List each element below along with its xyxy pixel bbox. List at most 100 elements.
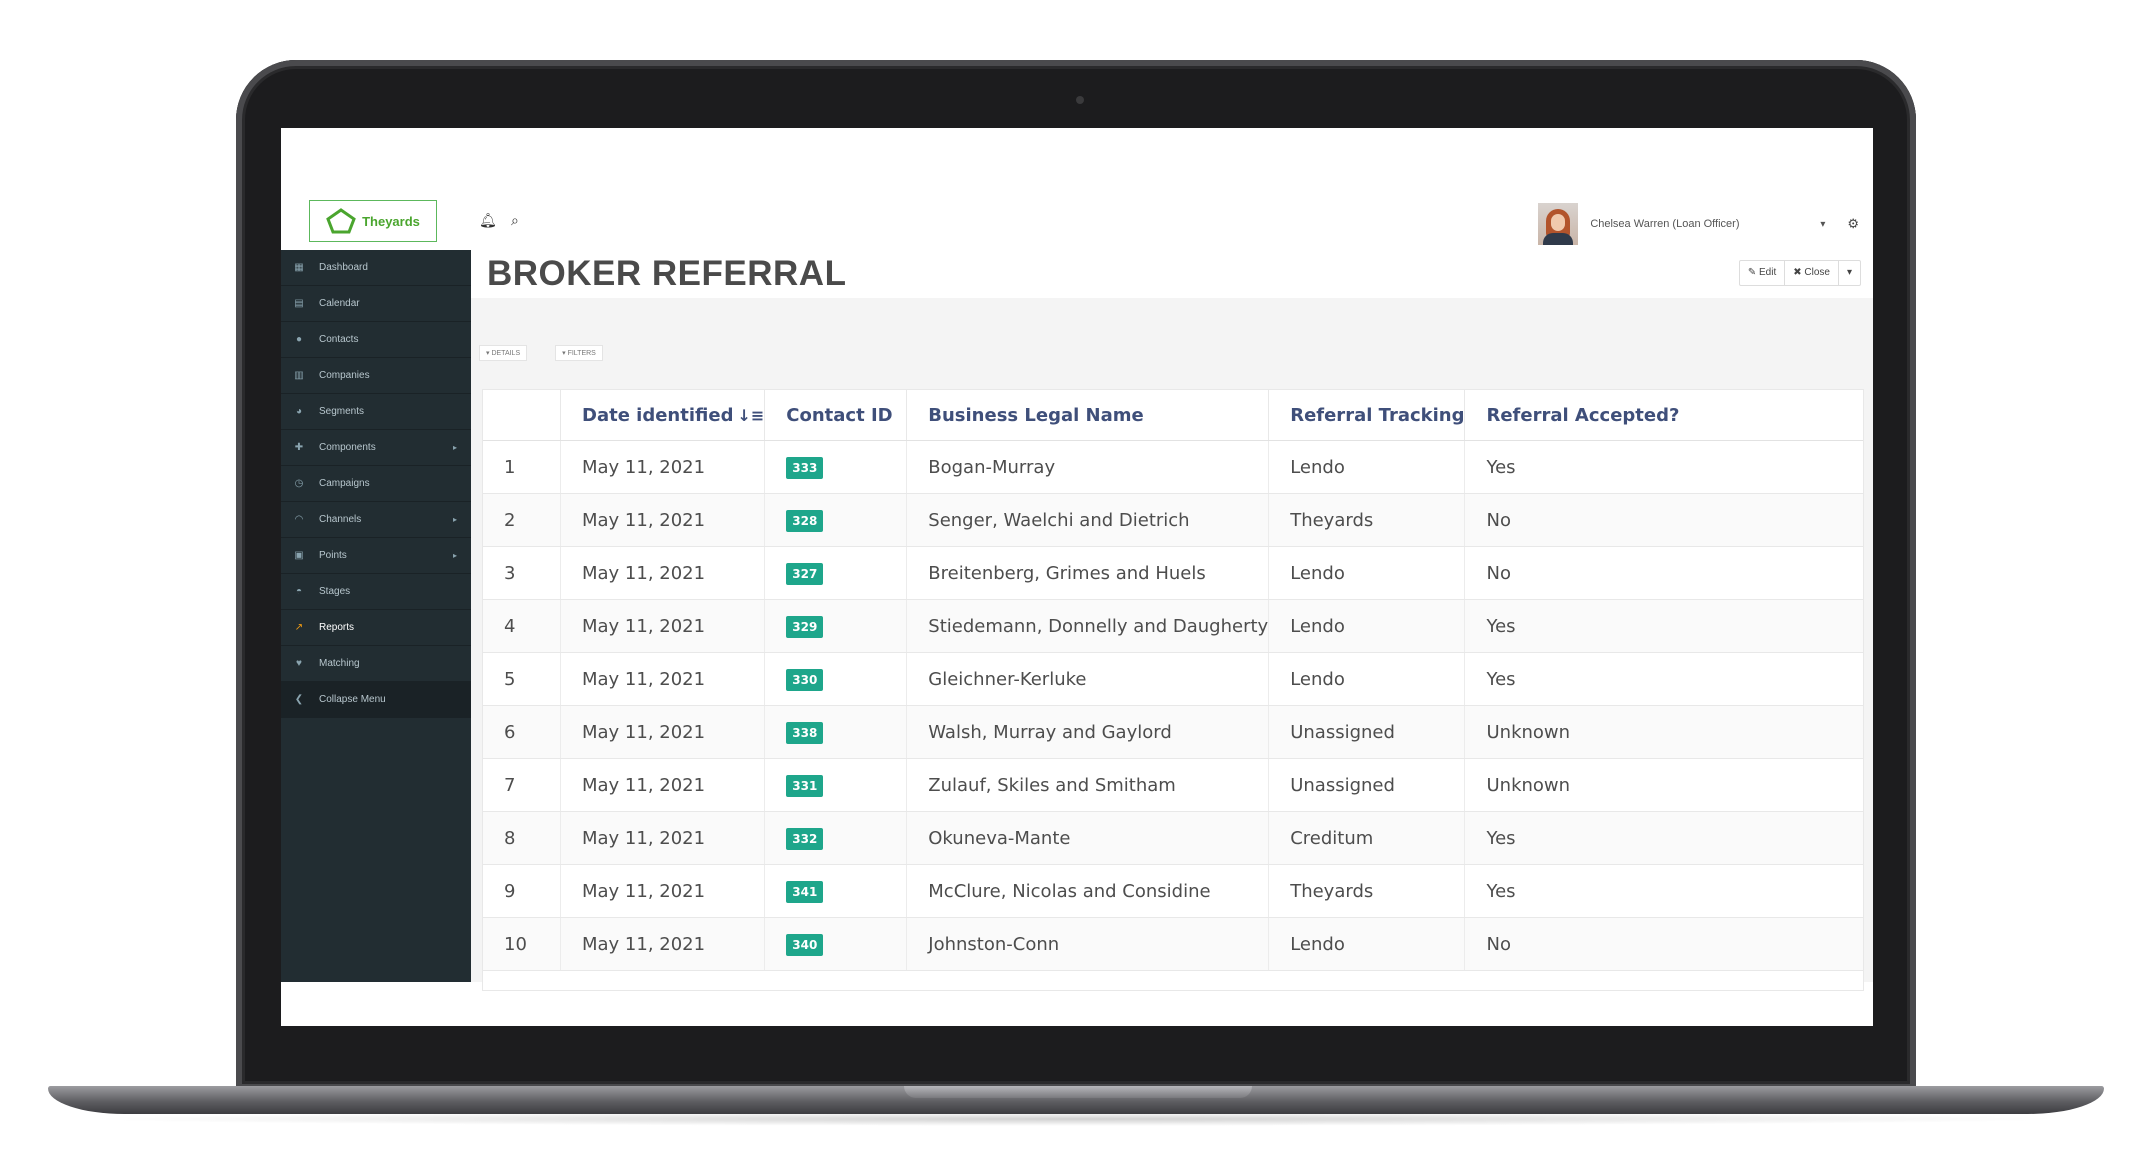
sidebar-item-campaigns[interactable]: ◷ Campaigns <box>281 466 471 502</box>
contact-id-badge[interactable]: 327 <box>786 562 824 585</box>
header-referral-accepted[interactable]: Referral Accepted? <box>1464 390 1863 441</box>
sidebar-item-channels[interactable]: ◠ Channels ▸ <box>281 502 471 538</box>
gauge-icon: ◓ <box>295 586 303 597</box>
header-referral-tracking[interactable]: Referral Tracking <box>1268 390 1466 441</box>
close-button[interactable]: ✖ Close <box>1785 261 1839 285</box>
table-row[interactable]: 4 May 11, 2021 329 Stiedemann, Donnelly and… <box>483 599 1863 653</box>
date-cell: May 11, 2021 <box>560 758 766 812</box>
chevron-left-icon: ❮ <box>294 694 304 705</box>
sidebar-item-contacts[interactable]: ● Contacts <box>281 322 471 358</box>
sidebar-item-calendar[interactable]: ▤ Calendar <box>281 286 471 322</box>
table-header-row: Date identified ↓≡ Contact ID Business Le… <box>483 390 1863 441</box>
sidebar-item-companies[interactable]: ▥ Companies <box>281 358 471 394</box>
tab-details[interactable]: ▾ DETAILS <box>479 345 528 361</box>
referral-accepted-cell: Yes <box>1464 864 1863 918</box>
referral-tracking-cell: Theyards <box>1268 864 1466 918</box>
pie-chart-icon: ◕ <box>295 406 303 417</box>
more-actions-dropdown[interactable]: ▾ <box>1839 261 1860 285</box>
sidebar-item-label: Matching <box>319 658 360 669</box>
table-row[interactable]: 9 May 11, 2021 341 McClure, Nicolas and Con… <box>483 864 1863 918</box>
close-label: Close <box>1804 267 1830 278</box>
heart-icon: ♥ <box>296 658 302 669</box>
header-rownum <box>483 390 561 441</box>
bell-icon[interactable]: 🔔︎ <box>479 212 497 229</box>
gear-icon[interactable]: ⚙ <box>1847 216 1859 232</box>
business-name-cell: Zulauf, Skiles and Smitham <box>906 758 1270 812</box>
sidebar-item-matching[interactable]: ♥ Matching <box>281 646 471 682</box>
table-row[interactable]: 10 May 11, 2021 340 Johnston-Conn Lendo No <box>483 917 1863 971</box>
header-date-identified[interactable]: Date identified ↓≡ <box>560 390 766 441</box>
contact-id-badge[interactable]: 331 <box>786 774 824 797</box>
sort-desc-icon[interactable]: ↓≡ <box>737 406 764 425</box>
header-contact-id[interactable]: Contact ID <box>764 390 908 441</box>
referral-tracking-cell: Lendo <box>1268 440 1466 494</box>
search-icon[interactable]: ⌕ <box>511 212 519 229</box>
header-business-name[interactable]: Business Legal Name <box>906 390 1270 441</box>
avatar[interactable] <box>1538 203 1579 245</box>
table-row[interactable]: 5 May 11, 2021 330 Gleichner-Kerluke Lendo Ye… <box>483 652 1863 706</box>
sidebar-item-points[interactable]: ▣ Points ▸ <box>281 538 471 574</box>
row-number-cell: 9 <box>483 864 561 918</box>
sidebar-item-label: Points <box>319 550 347 561</box>
referral-accepted-cell: Unknown <box>1464 758 1863 812</box>
referral-tracking-cell: Unassigned <box>1268 705 1466 759</box>
report-table-container: Date identified ↓≡ Contact ID Business Le… <box>482 389 1864 991</box>
business-name-cell: Bogan-Murray <box>906 440 1270 494</box>
dashboard-icon: ▦ <box>294 262 304 273</box>
sidebar-item-label: Calendar <box>319 298 360 309</box>
logo[interactable]: Theyards <box>309 200 437 242</box>
report-tabs: ▾ DETAILS ▾ FILTERS <box>479 345 603 361</box>
table-row[interactable]: 3 May 11, 2021 327 Breitenberg, Grimes and … <box>483 546 1863 600</box>
calendar-icon: ▤ <box>294 298 304 309</box>
contact-id-cell: 340 <box>764 917 908 971</box>
contact-id-badge[interactable]: 328 <box>786 509 824 532</box>
business-name-cell: Senger, Waelchi and Dietrich <box>906 493 1270 547</box>
sidebar-item-components[interactable]: ✚ Components ▸ <box>281 430 471 466</box>
business-name-cell: Stiedemann, Donnelly and Daugherty <box>906 599 1270 653</box>
tab-filters[interactable]: ▾ FILTERS <box>555 345 603 361</box>
table-row[interactable]: 8 May 11, 2021 332 Okuneva-Mante Creditum Yes <box>483 811 1863 865</box>
laptop-shadow <box>80 1112 2070 1126</box>
sidebar-item-label: Dashboard <box>319 262 368 273</box>
user-icon: ● <box>295 334 303 345</box>
user-name[interactable]: Chelsea Warren (Loan Officer) <box>1590 218 1820 230</box>
camera-dot <box>1076 96 1084 104</box>
chevron-right-icon: ▸ <box>452 551 457 560</box>
top-bar: Theyards 🔔︎ ⌕ Chelsea Warren (Loan Offic… <box>281 198 1873 251</box>
row-number-cell: 7 <box>483 758 561 812</box>
contact-id-badge[interactable]: 329 <box>786 615 824 638</box>
sidebar-item-stages[interactable]: ◓ Stages <box>281 574 471 610</box>
sidebar-item-dashboard[interactable]: ▦ Dashboard <box>281 250 471 286</box>
table-row[interactable]: 1 May 11, 2021 333 Bogan-Murray Lendo Yes <box>483 440 1863 494</box>
table-row[interactable]: 7 May 11, 2021 331 Zulauf, Skiles and Smith… <box>483 758 1863 812</box>
contact-id-badge[interactable]: 340 <box>786 933 824 956</box>
edit-button[interactable]: ✎ Edit <box>1740 261 1786 285</box>
building-icon: ▥ <box>294 370 304 381</box>
close-icon: ✖ <box>1793 267 1802 278</box>
contact-id-badge[interactable]: 333 <box>786 456 824 479</box>
sidebar-item-segments[interactable]: ◕ Segments <box>281 394 471 430</box>
sidebar-item-label: Stages <box>319 586 351 597</box>
edit-label: Edit <box>1758 267 1777 278</box>
table-row[interactable]: 2 May 11, 2021 328 Senger, Waelchi and Diet… <box>483 493 1863 547</box>
contact-id-badge[interactable]: 341 <box>786 880 824 903</box>
chevron-down-icon[interactable]: ▾ <box>1820 219 1825 230</box>
contact-id-badge[interactable]: 330 <box>786 668 824 691</box>
row-number-cell: 3 <box>483 546 561 600</box>
user-menu[interactable]: Chelsea Warren (Loan Officer) ▾ ⚙ <box>1538 198 1873 250</box>
contact-id-badge[interactable]: 338 <box>786 721 824 744</box>
sidebar-item-label: Channels <box>319 514 362 525</box>
sidebar-item-label: Companies <box>319 370 370 381</box>
collapse-menu-button[interactable]: ❮ Collapse Menu <box>281 682 471 718</box>
page-title: BROKER REFERRAL <box>487 254 847 293</box>
referral-tracking-cell: Lendo <box>1268 599 1466 653</box>
date-cell: May 11, 2021 <box>560 599 766 653</box>
table-row[interactable]: 6 May 11, 2021 338 Walsh, Murray and Gaylor… <box>483 705 1863 759</box>
row-number-cell: 1 <box>483 440 561 494</box>
contact-id-badge[interactable]: 332 <box>786 827 824 850</box>
date-cell: May 11, 2021 <box>560 864 766 918</box>
chevron-right-icon: ▸ <box>452 443 457 452</box>
line-chart-icon: ↗ <box>294 622 304 633</box>
sidebar-item-reports[interactable]: ↗ Reports <box>281 610 471 646</box>
contact-id-cell: 338 <box>764 705 908 759</box>
